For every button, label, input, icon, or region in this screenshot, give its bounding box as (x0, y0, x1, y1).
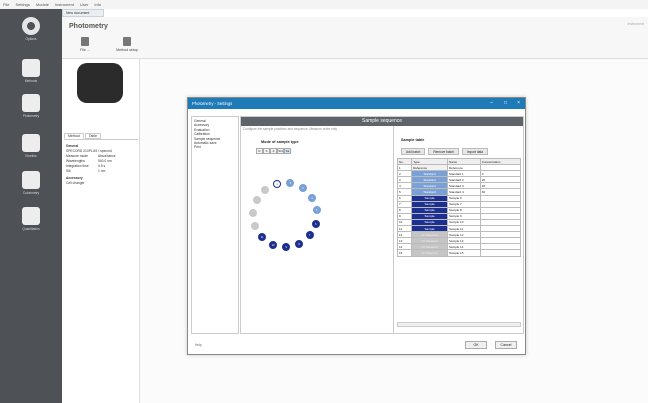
quantitation-icon (22, 207, 40, 225)
page-title: Photometry (69, 23, 108, 30)
cell-position[interactable]: 2 (286, 179, 295, 188)
remove-batch-button[interactable]: Remove batch (428, 148, 459, 155)
cell-position[interactable]: 5 (312, 206, 321, 215)
row-name[interactable]: Sample 15 (447, 249, 481, 257)
sample-table-buttons: Add batch Remove batch Import data (401, 148, 489, 155)
module-toolbar: Options Methods Photometry Kinetics Colo… (0, 9, 62, 403)
minimize-icon[interactable]: – (490, 100, 493, 106)
kinetics-icon (22, 134, 40, 152)
cell-position[interactable]: 8 (295, 239, 304, 248)
prop-row: Slit 1 nm (66, 169, 106, 173)
mode-standard[interactable]: S (263, 148, 270, 154)
toolbar-options[interactable]: Options (14, 17, 48, 47)
settings-dialog: Photometry - Settings – □ × General Acce… (187, 97, 526, 355)
ok-button[interactable]: OK (465, 341, 487, 349)
gear-icon (22, 17, 40, 35)
module-header: Photometry File ... Method setup Instrum… (62, 17, 648, 59)
dialog-title: Photometry - Settings (192, 101, 233, 106)
cell-position[interactable]: 3 (298, 184, 307, 193)
row-type[interactable]: No Measure (411, 249, 449, 257)
left-pane: Method Table General SPECORD 210PLUS / s… (62, 59, 140, 403)
menu-bar: File Settings Module Instrument User Inf… (0, 0, 648, 9)
sample-sequence-pane: Sample sequence Configure the sample pos… (240, 116, 524, 334)
method-setup-icon (123, 37, 131, 46)
colorimetry-icon (22, 171, 40, 189)
photometry-icon (22, 94, 40, 112)
cell-changer-image (77, 63, 123, 103)
file-button[interactable]: File ... (72, 37, 98, 55)
instruction-text: Configure the sample positions and seque… (243, 127, 338, 131)
close-icon[interactable]: × (517, 100, 520, 106)
mode-std[interactable]: Std (277, 148, 284, 154)
sample-table-label: Sample table (401, 138, 425, 142)
maximize-icon[interactable]: □ (504, 100, 507, 106)
document-tab[interactable]: New document (62, 9, 104, 17)
nav-print[interactable]: Print (194, 145, 236, 149)
method-properties: General SPECORD 210PLUS / specord Measur… (64, 139, 138, 188)
table-scrollbar[interactable] (397, 322, 521, 327)
mode-zero[interactable]: Z (270, 148, 277, 154)
menu-instrument[interactable]: Instrument (55, 2, 74, 7)
section-banner: Sample sequence (241, 117, 523, 126)
methods-icon (22, 59, 40, 77)
help-link[interactable]: Help (195, 343, 202, 347)
toolbar-photometry[interactable]: Photometry (14, 94, 48, 124)
cell-position[interactable]: 9 (282, 242, 291, 251)
mode-reference[interactable]: R (256, 148, 263, 154)
cell-position[interactable]: 13 (249, 208, 258, 217)
menu-user[interactable]: User (80, 2, 88, 7)
toolbar-quantitation[interactable]: Quantitation (14, 207, 48, 237)
dialog-titlebar: Photometry - Settings – □ × (188, 98, 525, 109)
mode-label: Mode of sample type (261, 140, 299, 144)
mode-sample[interactable]: Sa (284, 148, 291, 154)
cell-wheel: 1 2 3 4 5 6 7 8 9 10 11 12 13 14 15 (249, 157, 329, 277)
file-icon (81, 37, 89, 46)
toolbar-kinetics[interactable]: Kinetics (14, 134, 48, 164)
toolbar-methods[interactable]: Methods (14, 59, 48, 89)
settings-nav: General Accessory Evaluation Calibration… (191, 116, 239, 334)
add-batch-button[interactable]: Add batch (401, 148, 426, 155)
instrument-status: Instrument (627, 22, 644, 26)
table-row[interactable]: 15 No Measure Sample 15 (396, 249, 522, 257)
accessory-value: Cell changer (66, 181, 85, 185)
import-data-button[interactable]: Import data (461, 148, 489, 155)
cell-position[interactable]: 10 (269, 240, 278, 249)
dialog-footer: Help OK Cancel (191, 338, 523, 353)
cell-position[interactable]: 4 (308, 193, 317, 202)
row-concentration[interactable] (479, 249, 522, 257)
cell-position[interactable]: 12 (250, 222, 259, 231)
cancel-button[interactable]: Cancel (495, 341, 517, 349)
sample-table: No. Type Name Concentration 1 Reference Re… (396, 157, 522, 257)
menu-info[interactable]: Info (94, 2, 101, 7)
toolbar-colorimetry[interactable]: Colorimetry (14, 171, 48, 201)
mode-selector: R S Z Std Sa (256, 148, 291, 154)
pane-divider[interactable] (393, 126, 394, 333)
cell-position[interactable]: 7 (305, 231, 314, 240)
method-setup-button[interactable]: Method setup (114, 37, 140, 55)
menu-module[interactable]: Module (36, 2, 49, 7)
cell-position[interactable]: 6 (311, 219, 320, 228)
cell-position[interactable]: 11 (258, 233, 267, 242)
cell-position[interactable]: 14 (252, 196, 261, 205)
menu-settings[interactable]: Settings (15, 2, 29, 7)
row-number: 15 (396, 249, 413, 257)
menu-file[interactable]: File (3, 2, 9, 7)
cell-position[interactable]: 1 (273, 179, 282, 188)
cell-position[interactable]: 15 (261, 185, 270, 194)
